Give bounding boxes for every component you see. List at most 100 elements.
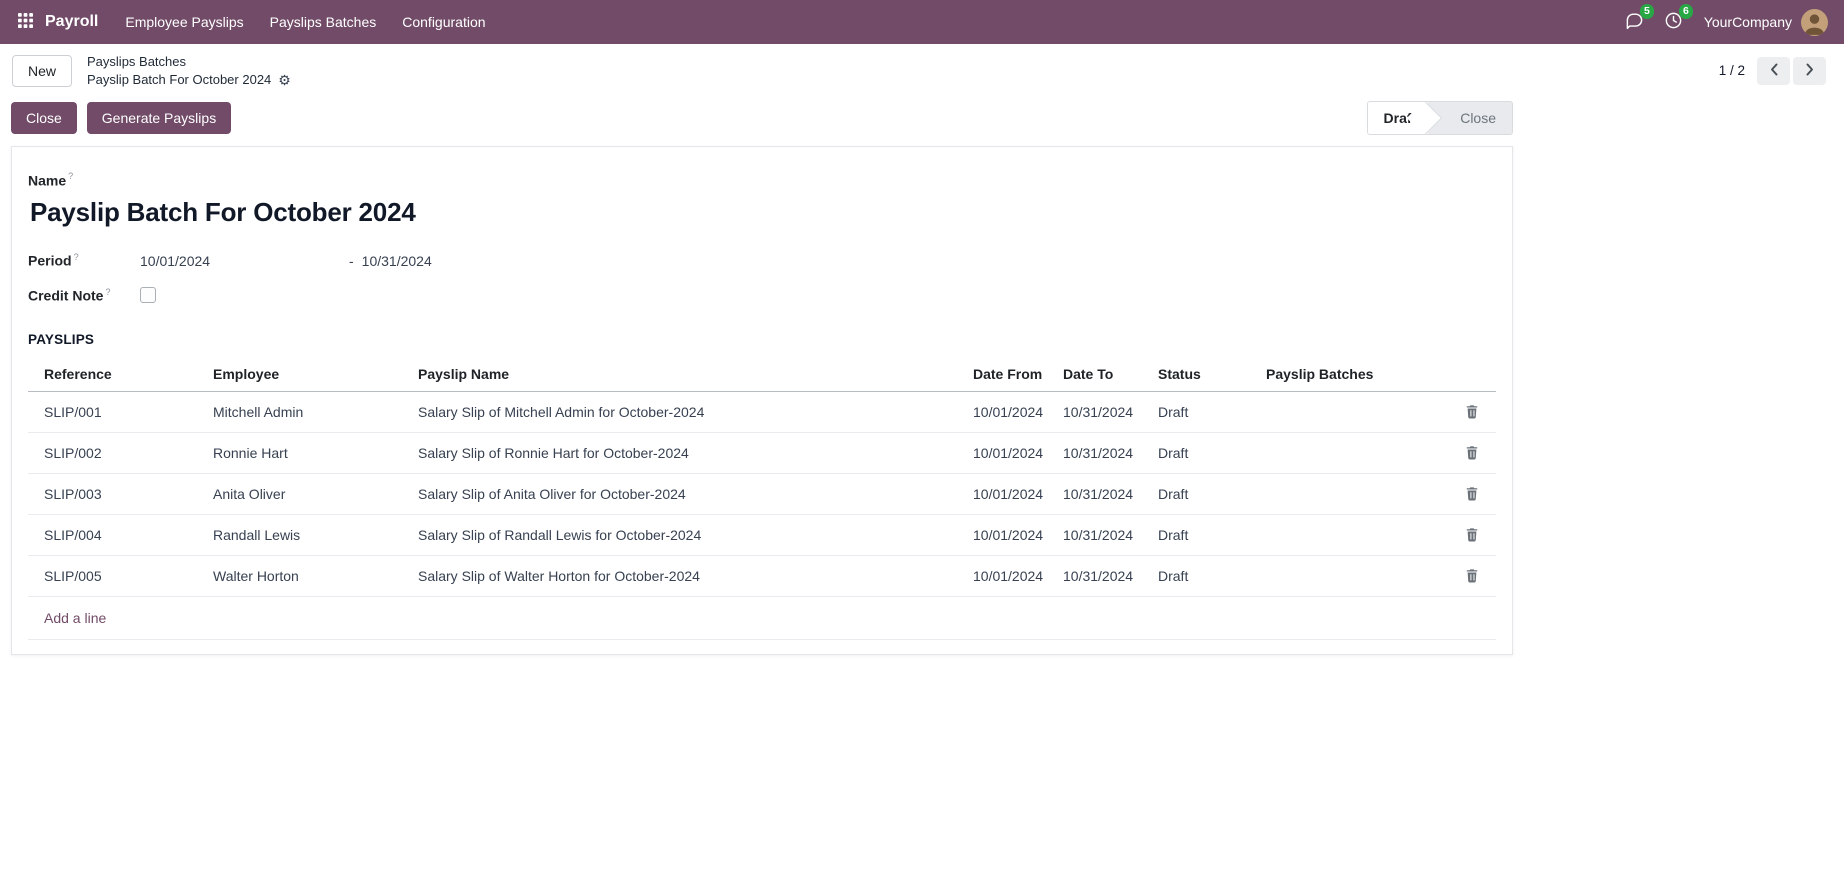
user-avatar [1801,9,1828,36]
table-row[interactable]: SLIP/005 Walter Horton Salary Slip of Wa… [28,555,1496,596]
cell-date-to[interactable]: 10/31/2024 [1053,555,1148,596]
user-menu[interactable]: YourCompany [1694,5,1830,40]
cell-reference[interactable]: SLIP/004 [28,514,203,555]
payslips-section-title: PAYSLIPS [28,332,1496,347]
cell-date-from[interactable]: 10/01/2024 [963,432,1053,473]
activities-badge: 6 [1679,4,1693,19]
name-field-label: Name? [28,171,1496,190]
help-marker: ? [74,252,79,262]
table-header-row: Reference Employee Payslip Name Date Fro… [28,357,1496,392]
credit-note-checkbox[interactable] [140,287,156,303]
delete-row-button[interactable] [1461,443,1483,462]
cell-payslip-name[interactable]: Salary Slip of Walter Horton for October… [408,555,963,596]
table-row[interactable]: SLIP/004 Randall Lewis Salary Slip of Ra… [28,514,1496,555]
cell-status[interactable]: Draft [1148,555,1256,596]
cell-payslip-batches[interactable] [1256,555,1448,596]
credit-note-field-label: Credit Note? [28,287,140,304]
chevron-left-icon [1770,63,1778,79]
cell-status[interactable]: Draft [1148,473,1256,514]
trash-icon [1465,448,1479,463]
cell-employee[interactable]: Anita Oliver [203,473,408,514]
cell-date-to[interactable]: 10/31/2024 [1053,473,1148,514]
period-to-input[interactable]: 10/31/2024 [362,253,432,269]
column-header-payslip-batches[interactable]: Payslip Batches [1256,357,1448,392]
cell-date-from[interactable]: 10/01/2024 [963,391,1053,432]
cell-payslip-batches[interactable] [1256,473,1448,514]
period-separator: - [349,253,354,269]
cell-reference[interactable]: SLIP/002 [28,432,203,473]
status-step-close[interactable]: Close [1444,102,1512,134]
generate-payslips-button[interactable]: Generate Payslips [87,102,231,134]
cell-payslip-batches[interactable] [1256,391,1448,432]
column-header-delete [1448,357,1496,392]
period-field-row: Period? 10/01/2024 - 10/31/2024 [28,252,1496,269]
top-navbar: Payroll Employee Payslips Payslips Batch… [0,0,1844,44]
cell-employee[interactable]: Ronnie Hart [203,432,408,473]
menu-configuration[interactable]: Configuration [389,2,498,42]
menu-payslips-batches[interactable]: Payslips Batches [257,2,390,42]
delete-row-button[interactable] [1461,484,1483,503]
pager-previous-button[interactable] [1757,57,1790,85]
period-field-label: Period? [28,252,140,269]
cell-date-from[interactable]: 10/01/2024 [963,514,1053,555]
column-header-reference[interactable]: Reference [28,357,203,392]
activities-menu-button[interactable]: 6 [1655,5,1692,39]
delete-row-button[interactable] [1461,566,1483,585]
add-a-line-link[interactable]: Add a line [44,610,106,626]
cell-reference[interactable]: SLIP/005 [28,555,203,596]
cell-employee[interactable]: Mitchell Admin [203,391,408,432]
breadcrumb-parent[interactable]: Payslips Batches [87,54,291,69]
menu-employee-payslips[interactable]: Employee Payslips [112,2,256,42]
table-row[interactable]: SLIP/002 Ronnie Hart Salary Slip of Ronn… [28,432,1496,473]
cell-status[interactable]: Draft [1148,432,1256,473]
column-header-date-to[interactable]: Date To [1053,357,1148,392]
messages-menu-button[interactable]: 5 [1616,5,1653,39]
cell-employee[interactable]: Randall Lewis [203,514,408,555]
credit-note-field-row: Credit Note? [28,287,1496,304]
new-button[interactable]: New [12,55,72,87]
close-button[interactable]: Close [11,102,77,134]
form-sheet: Name? Payslip Batch For October 2024 Per… [11,146,1513,655]
apps-grid-icon [18,13,33,31]
help-marker: ? [105,287,110,297]
cell-payslip-name[interactable]: Salary Slip of Ronnie Hart for October-2… [408,432,963,473]
status-step-draft[interactable]: Draft [1368,102,1429,134]
cell-payslip-name[interactable]: Salary Slip of Anita Oliver for October-… [408,473,963,514]
delete-row-button[interactable] [1461,402,1483,421]
add-line-row: Add a line [28,596,1496,639]
cell-payslip-name[interactable]: Salary Slip of Randall Lewis for October… [408,514,963,555]
control-panel: New Payslips Batches Payslip Batch For O… [0,44,1844,96]
trash-icon [1465,489,1479,504]
table-row[interactable]: SLIP/003 Anita Oliver Salary Slip of Ani… [28,473,1496,514]
period-from-input[interactable]: 10/01/2024 [140,253,349,269]
cell-date-to[interactable]: 10/31/2024 [1053,432,1148,473]
cell-reference[interactable]: SLIP/001 [28,391,203,432]
cell-date-to[interactable]: 10/31/2024 [1053,391,1148,432]
statusbar: Draft Close [1367,101,1513,135]
delete-row-button[interactable] [1461,525,1483,544]
cell-payslip-batches[interactable] [1256,514,1448,555]
batch-name-input[interactable]: Payslip Batch For October 2024 [30,197,1496,228]
cell-payslip-name[interactable]: Salary Slip of Mitchell Admin for Octobe… [408,391,963,432]
column-header-payslip-name[interactable]: Payslip Name [408,357,963,392]
actions-gear-icon[interactable]: ⚙ [278,73,291,87]
help-marker: ? [68,171,73,181]
app-name[interactable]: Payroll [43,13,112,31]
column-header-date-from[interactable]: Date From [963,357,1053,392]
table-row[interactable]: SLIP/001 Mitchell Admin Salary Slip of M… [28,391,1496,432]
trash-icon [1465,571,1479,586]
cell-employee[interactable]: Walter Horton [203,555,408,596]
column-header-status[interactable]: Status [1148,357,1256,392]
cell-status[interactable]: Draft [1148,514,1256,555]
cell-date-to[interactable]: 10/31/2024 [1053,514,1148,555]
pager-value[interactable]: 1 / 2 [1719,63,1745,78]
cell-date-from[interactable]: 10/01/2024 [963,555,1053,596]
cell-payslip-batches[interactable] [1256,432,1448,473]
cell-reference[interactable]: SLIP/003 [28,473,203,514]
column-header-employee[interactable]: Employee [203,357,408,392]
form-statusbar-row: Close Generate Payslips Draft Close [11,101,1513,135]
cell-status[interactable]: Draft [1148,391,1256,432]
apps-menu-button[interactable] [8,5,43,39]
pager-next-button[interactable] [1793,57,1826,85]
cell-date-from[interactable]: 10/01/2024 [963,473,1053,514]
